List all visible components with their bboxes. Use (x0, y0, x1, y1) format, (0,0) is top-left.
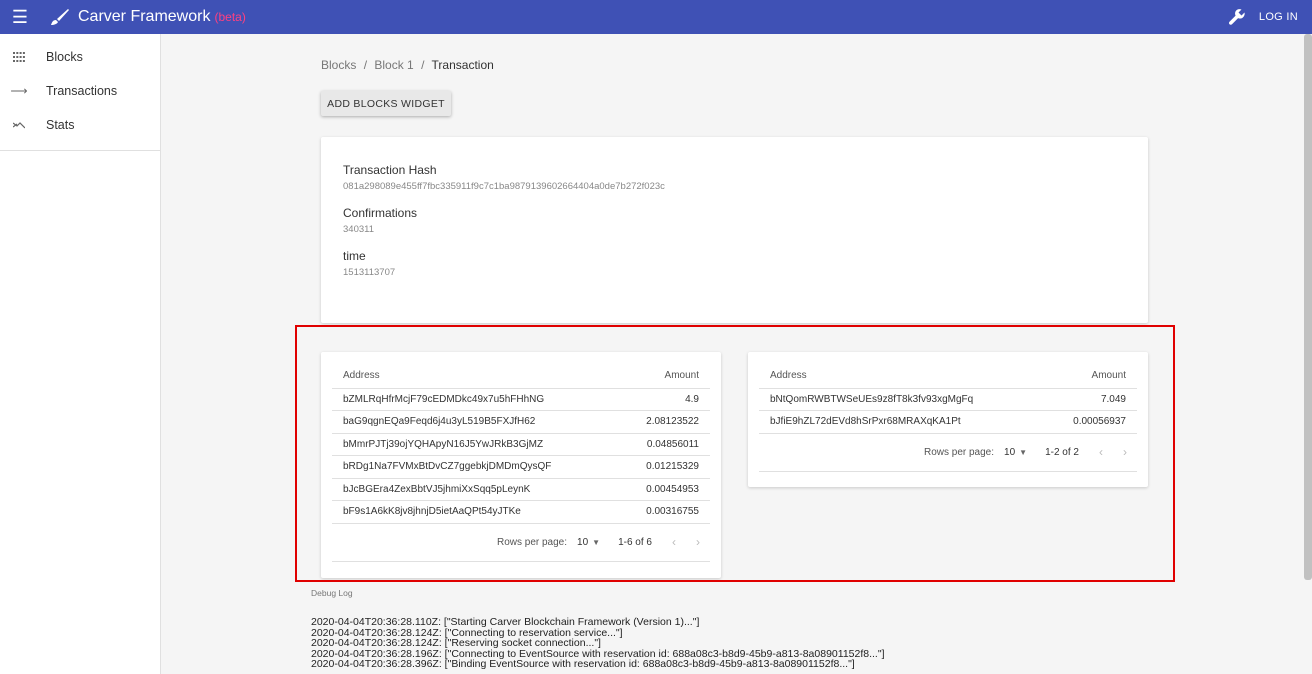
app-bar: ☰ Carver Framework (beta) LOG IN (0, 0, 1312, 34)
sidebar-nav: Blocks ⟶ Transactions Stats (0, 34, 160, 151)
app-title[interactable]: Carver Framework (78, 8, 210, 26)
confirmations-value: 340311 (343, 224, 374, 235)
hash-label: Transaction Hash (343, 163, 437, 177)
hash-value: 081a298089e455ff7fbc335911f9c7c1ba987913… (343, 181, 665, 192)
breadcrumb-separator: / (421, 58, 425, 72)
trending-icon (9, 120, 29, 130)
debug-log: 2020-04-04T20:36:28.110Z: ["Starting Car… (311, 617, 885, 670)
highlight-box (295, 325, 1175, 582)
breadcrumb-separator: / (363, 58, 368, 72)
add-blocks-widget-button[interactable]: ADD BLOCKS WIDGET (321, 91, 451, 116)
breadcrumb-block[interactable]: Block 1 (374, 58, 413, 72)
sidebar-item-blocks[interactable]: Blocks (0, 40, 160, 74)
log-line: 2020-04-04T20:36:28.110Z: ["Starting Car… (311, 616, 700, 628)
log-line: 2020-04-04T20:36:28.396Z: ["Binding Even… (311, 658, 855, 671)
grid-icon (9, 52, 29, 62)
sidebar-item-label: Stats (46, 118, 75, 132)
time-field: time 1513113707 (343, 249, 1126, 278)
beta-badge: (beta) (214, 10, 246, 24)
scrollbar[interactable] (1304, 34, 1312, 580)
hamburger-icon[interactable]: ☰ (0, 0, 40, 34)
breadcrumb-current: Transaction (431, 58, 494, 72)
confirmations-label: Confirmations (343, 206, 418, 220)
login-button[interactable]: LOG IN (1259, 11, 1298, 23)
breadcrumb-blocks[interactable]: Blocks (321, 58, 356, 72)
main-content: Blocks / Block 1 / Transaction ADD BLOCK… (161, 34, 1312, 674)
sidebar-item-stats[interactable]: Stats (0, 108, 160, 142)
arrow-right-icon: ⟶ (10, 84, 28, 98)
confirmations-field: Confirmations 340311 (343, 206, 1126, 235)
time-label: time (343, 249, 366, 263)
transaction-card: Transaction Hash 081a298089e455ff7fbc335… (321, 137, 1148, 323)
brush-icon (48, 7, 72, 27)
wrench-icon[interactable] (1227, 7, 1247, 27)
time-value: 1513113707 (343, 267, 396, 278)
breadcrumb: Blocks / Block 1 / Transaction (321, 58, 494, 72)
hash-field: Transaction Hash 081a298089e455ff7fbc335… (343, 163, 1126, 192)
debug-log-label: Debug Log (311, 588, 353, 598)
sidebar-item-transactions[interactable]: ⟶ Transactions (0, 74, 160, 108)
sidebar: Blocks ⟶ Transactions Stats (0, 34, 161, 674)
sidebar-item-label: Blocks (46, 50, 83, 64)
sidebar-item-label: Transactions (46, 84, 118, 98)
